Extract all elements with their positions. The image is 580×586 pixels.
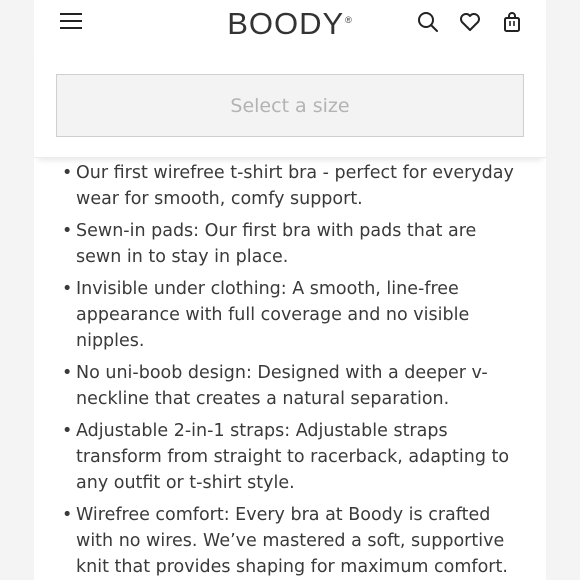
feature-item: Our first wirefree t-shirt bra - perfect… bbox=[34, 160, 546, 212]
logo-registered-mark: ® bbox=[345, 14, 353, 25]
left-margin bbox=[0, 0, 34, 580]
heart-icon[interactable] bbox=[458, 10, 482, 34]
feature-item: Invisible under clothing: A smooth, line… bbox=[34, 276, 546, 354]
page: BOODY® Select a size Our first wirefree bbox=[34, 0, 546, 580]
feature-item: No uni-boob design: Designed with a deep… bbox=[34, 360, 546, 412]
select-size-button[interactable]: Select a size bbox=[56, 74, 524, 137]
feature-list: Our first wirefree t-shirt bra - perfect… bbox=[34, 160, 546, 586]
header-actions bbox=[416, 10, 524, 34]
shopping-bag-icon[interactable] bbox=[500, 10, 524, 34]
search-icon[interactable] bbox=[416, 10, 440, 34]
site-header: BOODY® bbox=[34, 0, 546, 45]
right-margin bbox=[546, 0, 580, 580]
feature-item: Wirefree comfort: Every bra at Boody is … bbox=[34, 502, 546, 580]
select-size-label: Select a size bbox=[230, 94, 350, 117]
feature-item: Adjustable 2-in-1 straps: Adjustable str… bbox=[34, 418, 546, 496]
size-panel: Select a size bbox=[34, 45, 546, 158]
feature-item: Sewn-in pads: Our first bra with pads th… bbox=[34, 218, 546, 270]
logo-text: BOODY bbox=[227, 6, 345, 41]
